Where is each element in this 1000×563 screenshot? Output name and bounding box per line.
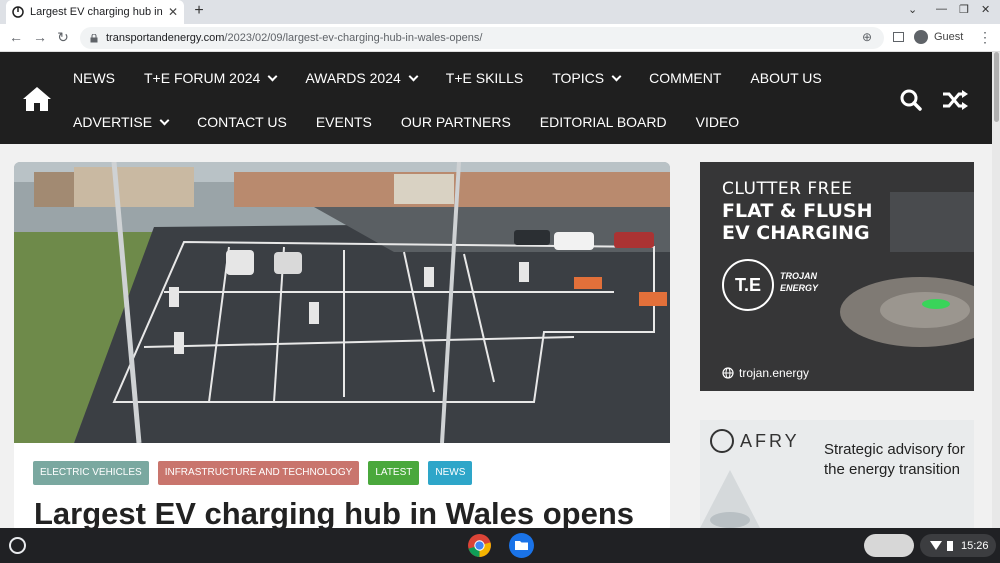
- wifi-icon: [930, 541, 942, 550]
- trojan-brand: TROJAN ENERGY: [780, 270, 830, 294]
- nav-item-label: NEWS: [73, 70, 115, 86]
- browser-toolbar: ← → ↻ transportandenergy.com /2023/02/09…: [0, 24, 1000, 52]
- trojan-logo: T.E: [722, 259, 774, 311]
- chrome-icon[interactable]: [467, 533, 492, 558]
- battery-icon: [947, 540, 953, 551]
- nav-item-label: TOPICS: [552, 70, 605, 86]
- clock-time: 15:26: [961, 539, 989, 552]
- tab-search-icon[interactable]: ⌄: [908, 3, 917, 16]
- profile-label: Guest: [934, 31, 964, 43]
- chevron-down-icon: [611, 71, 622, 81]
- browser-tab[interactable]: Largest EV charging hub in Wales opens ✕: [6, 0, 184, 24]
- nav-item-label: COMMENT: [649, 70, 722, 86]
- afry-ad[interactable]: AFRY Strategic advisory for the energy t…: [700, 420, 974, 528]
- afry-ad-text: Strategic advisory for the energy transi…: [824, 441, 965, 478]
- ad-line-3: EV CHARGING: [722, 222, 870, 244]
- nav-item-label: AWARDS 2024: [305, 70, 401, 86]
- nav-item-video[interactable]: VIDEO: [696, 114, 740, 130]
- ad-line-2: FLAT & FLUSH: [722, 200, 873, 222]
- tab-close-icon[interactable]: ✕: [168, 5, 178, 19]
- tag-infrastructure-and-technology[interactable]: INFRASTRUCTURE AND TECHNOLOGY: [157, 461, 360, 485]
- nav-item-about-us[interactable]: ABOUT US: [750, 70, 821, 86]
- nav-item-label: EVENTS: [315, 114, 372, 130]
- nav-item-label: ADVERTISE: [73, 114, 153, 130]
- nav-item-label: VIDEO: [695, 114, 740, 130]
- new-tab-button[interactable]: +: [190, 2, 208, 20]
- tag-news[interactable]: NEWS: [428, 461, 473, 485]
- scrollbar-thumb[interactable]: [994, 52, 999, 122]
- nav-item-our-partners[interactable]: OUR PARTNERS: [401, 114, 511, 130]
- nav-item-t-e-skills[interactable]: T+E SKILLS: [446, 70, 523, 86]
- url-path: /2023/02/09/largest-ev-charging-hub-in-w…: [224, 32, 483, 44]
- article-card: ELECTRIC VEHICLES INFRASTRUCTURE AND TECH…: [14, 162, 670, 532]
- close-window-icon[interactable]: ✕: [981, 3, 990, 16]
- nav-item-label: T+E SKILLS: [445, 70, 524, 86]
- nav-item-label: CONTACT US: [197, 114, 287, 130]
- side-panel-icon[interactable]: [893, 32, 904, 42]
- globe-icon: [722, 367, 734, 379]
- article-tags: ELECTRIC VEHICLES INFRASTRUCTURE AND TECH…: [33, 461, 481, 485]
- system-shelf: 15:26: [0, 528, 1000, 563]
- shuffle-icon[interactable]: [942, 90, 968, 110]
- nav-item-label: T+E FORUM 2024: [144, 70, 261, 86]
- holding-space-tray[interactable]: [864, 534, 914, 557]
- article-headline: Largest EV charging hub in Wales opens: [34, 496, 635, 531]
- forward-icon[interactable]: →: [32, 29, 48, 45]
- status-area[interactable]: 15:26: [920, 534, 996, 557]
- lock-icon: [90, 33, 98, 42]
- chevron-down-icon: [408, 71, 419, 81]
- tab-title: Largest EV charging hub in Wales opens: [30, 6, 164, 18]
- site-favicon-icon: [12, 6, 24, 18]
- nav-row-secondary: ADVERTISE CONTACT US EVENTS OUR PARTNERS EDI…: [73, 114, 768, 130]
- tag-electric-vehicles[interactable]: ELECTRIC VEHICLES: [33, 461, 149, 485]
- home-icon[interactable]: [22, 86, 52, 112]
- nav-item-topics[interactable]: TOPICS: [552, 70, 622, 86]
- restore-icon[interactable]: ❐: [959, 3, 969, 16]
- nav-item-label: OUR PARTNERS: [400, 114, 511, 130]
- minimize-icon[interactable]: —: [936, 3, 947, 15]
- afry-logo: AFRY: [710, 429, 800, 453]
- ad-decoration-image: [700, 470, 760, 528]
- browser-tab-bar: Largest EV charging hub in Wales opens ✕…: [0, 0, 1000, 24]
- nav-item-comment[interactable]: COMMENT: [649, 70, 721, 86]
- nav-item-events[interactable]: EVENTS: [316, 114, 372, 130]
- folder-glyph-icon: [515, 541, 528, 550]
- hero-image-ev-charging-hub: [14, 162, 670, 443]
- profile-button[interactable]: Guest: [914, 30, 963, 44]
- nav-item-news[interactable]: NEWS: [73, 70, 115, 86]
- url-host: transportandenergy.com: [106, 32, 225, 44]
- nav-item-awards-2024[interactable]: AWARDS 2024: [305, 70, 419, 86]
- chevron-down-icon: [159, 115, 170, 125]
- nav-item-label: EDITORIAL BOARD: [539, 114, 667, 130]
- nav-item-contact-us[interactable]: CONTACT US: [197, 114, 287, 130]
- profile-avatar-icon: [914, 30, 928, 44]
- launcher-icon[interactable]: [9, 537, 26, 554]
- site-navigation: NEWS T+E FORUM 2024 AWARDS 2024 T+E SKILLS T…: [0, 52, 992, 144]
- nav-row-primary: NEWS T+E FORUM 2024 AWARDS 2024 T+E SKILLS T…: [73, 70, 851, 86]
- chevron-down-icon: [267, 71, 278, 81]
- address-bar[interactable]: transportandenergy.com /2023/02/09/large…: [80, 27, 884, 49]
- brand-line-2: ENERGY: [780, 283, 819, 293]
- zoom-icon[interactable]: ⊕: [862, 30, 872, 44]
- reload-icon[interactable]: ↻: [55, 29, 71, 46]
- nav-item-editorial-board[interactable]: EDITORIAL BOARD: [540, 114, 667, 130]
- back-icon[interactable]: ←: [8, 29, 24, 45]
- ad-headline: CLUTTER FREE FLAT & FLUSH EV CHARGING: [722, 178, 873, 244]
- nav-item-t-e-forum-2024[interactable]: T+E FORUM 2024: [144, 70, 278, 86]
- brand-line-1: TROJAN: [780, 271, 818, 281]
- afry-logo-text: AFRY: [740, 430, 800, 451]
- files-icon[interactable]: [509, 533, 534, 558]
- menu-kebab-icon[interactable]: ⋮: [978, 29, 992, 46]
- search-icon[interactable]: [900, 89, 922, 111]
- nav-item-label: ABOUT US: [750, 70, 822, 86]
- page-scrollbar[interactable]: [992, 52, 1000, 528]
- ad-line-1: CLUTTER FREE: [722, 179, 853, 199]
- tag-latest[interactable]: LATEST: [368, 461, 420, 485]
- afry-mark-icon: [710, 429, 734, 453]
- nav-item-advertise[interactable]: ADVERTISE: [73, 114, 170, 130]
- trojan-energy-ad[interactable]: CLUTTER FREE FLAT & FLUSH EV CHARGING T.…: [700, 162, 974, 391]
- ad-url-text: trojan.energy: [739, 366, 810, 380]
- ad-url: trojan.energy: [722, 366, 809, 380]
